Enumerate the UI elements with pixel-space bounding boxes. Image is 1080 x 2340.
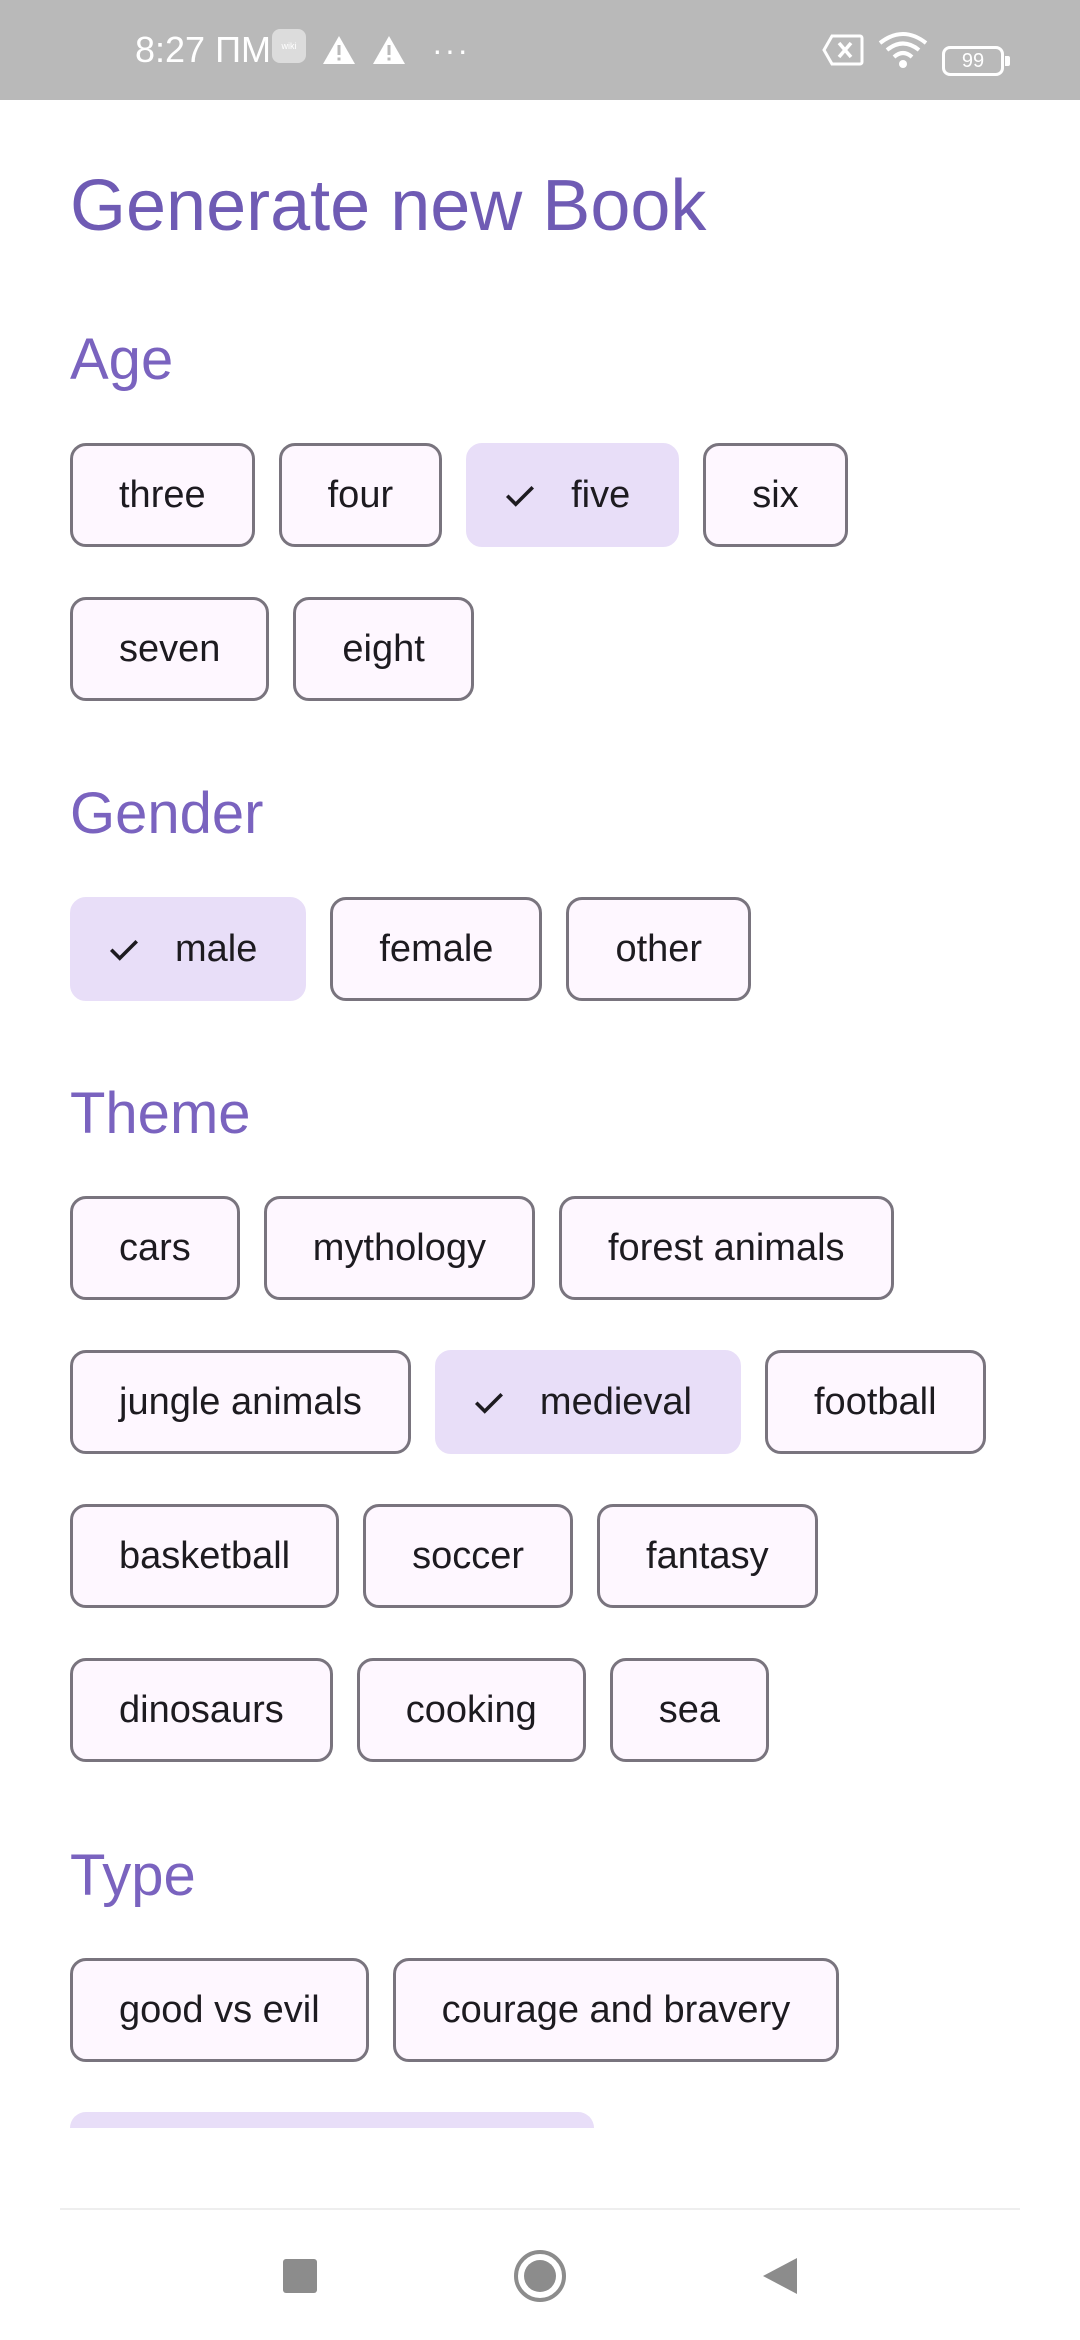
chip-dinosaurs[interactable]: dinosaurs: [70, 1658, 333, 1762]
vk-icon: wiki: [272, 29, 306, 63]
wifi-icon: [878, 28, 928, 72]
chip-label: sea: [658, 1688, 721, 1731]
chip-row-theme-4: dinosaurs cooking sea: [70, 1658, 770, 1762]
chip-label: seven: [119, 627, 221, 670]
more-icon: ···: [432, 31, 470, 68]
chip-eight[interactable]: eight: [293, 597, 474, 701]
chip-soccer[interactable]: soccer: [363, 1504, 574, 1608]
page-title: Generate new Book: [70, 166, 707, 246]
check-icon: [506, 485, 535, 507]
chip-partially-visible[interactable]: [70, 2112, 594, 2128]
back-triangle-icon[interactable]: [750, 2246, 810, 2306]
chip-label: three: [119, 473, 206, 516]
recents-square-icon[interactable]: [270, 2246, 330, 2306]
status-time: 8:27 ПМ: [135, 29, 271, 70]
chip-row-theme-2: jungle animals medieval football: [70, 1350, 986, 1454]
sim-off-icon: [822, 28, 864, 72]
chip-label: fantasy: [646, 1534, 769, 1577]
chip-courage-and-bravery[interactable]: courage and bravery: [392, 1958, 840, 2062]
chip-good-vs-evil[interactable]: good vs evil: [70, 1958, 369, 2062]
chip-row-theme-1: cars mythology forest animals: [70, 1196, 894, 1300]
chip-label: female: [379, 927, 494, 970]
chip-label: other: [615, 927, 703, 970]
home-circle-icon[interactable]: [510, 2246, 570, 2306]
chip-label: dinosaurs: [119, 1688, 284, 1731]
chip-row-theme-3: basketball soccer fantasy: [70, 1504, 818, 1608]
chip-label: courage and bravery: [441, 1988, 791, 2031]
chip-seven[interactable]: seven: [70, 597, 270, 701]
chip-cooking[interactable]: cooking: [356, 1658, 586, 1762]
chip-label: four: [327, 473, 394, 516]
chip-label: male: [175, 927, 258, 970]
chip-cars[interactable]: cars: [70, 1196, 240, 1300]
section-title-theme: Theme: [70, 1081, 251, 1146]
chip-mythology[interactable]: mythology: [263, 1196, 535, 1300]
chip-basketball[interactable]: basketball: [70, 1504, 340, 1608]
chip-fantasy[interactable]: fantasy: [597, 1504, 818, 1608]
chip-three[interactable]: three: [70, 443, 255, 547]
chip-medieval[interactable]: medieval: [434, 1350, 741, 1454]
chip-label: cooking: [405, 1688, 537, 1731]
warning-icon: [322, 28, 356, 72]
section-title-type: Type: [70, 1843, 196, 1908]
nav-divider: [60, 2208, 1020, 2210]
chip-sea[interactable]: sea: [609, 1658, 770, 1762]
chip-forest-animals[interactable]: forest animals: [559, 1196, 894, 1300]
chip-row-age-1: three four five six: [70, 443, 848, 547]
chip-four[interactable]: four: [278, 443, 443, 547]
chip-row-type-1: good vs evil courage and bravery: [70, 1958, 840, 2062]
chip-other[interactable]: other: [566, 897, 752, 1001]
warning-icon: [372, 28, 406, 72]
chip-label: soccer: [412, 1534, 525, 1577]
check-icon: [474, 1392, 503, 1414]
chip-label: football: [814, 1380, 937, 1423]
chip-label: six: [752, 473, 799, 516]
chip-label: medieval: [539, 1380, 692, 1423]
chip-label: good vs evil: [119, 1988, 320, 2031]
chip-label: five: [571, 473, 631, 516]
chip-label: jungle animals: [119, 1380, 362, 1423]
chip-label: basketball: [119, 1534, 291, 1577]
chip-label: cars: [119, 1226, 191, 1269]
chip-label: eight: [342, 627, 425, 670]
chip-female[interactable]: female: [330, 897, 543, 1001]
check-icon: [109, 939, 139, 961]
section-title-gender: Gender: [70, 781, 264, 846]
status-bar: 8:27 ПМ wiki ··· 99: [0, 0, 1080, 100]
chip-jungle-animals[interactable]: jungle animals: [70, 1350, 411, 1454]
chip-football[interactable]: football: [765, 1350, 986, 1454]
section-title-age: Age: [70, 327, 174, 392]
chip-row-age-2: seven eight: [70, 597, 474, 701]
chip-row-gender: male female other: [70, 897, 752, 1001]
battery-icon: 99: [942, 46, 1010, 76]
chip-male[interactable]: male: [70, 897, 307, 1001]
chip-label: forest animals: [608, 1226, 845, 1269]
chip-five[interactable]: five: [466, 443, 680, 547]
chip-six[interactable]: six: [703, 443, 848, 547]
chip-label: mythology: [312, 1226, 486, 1269]
